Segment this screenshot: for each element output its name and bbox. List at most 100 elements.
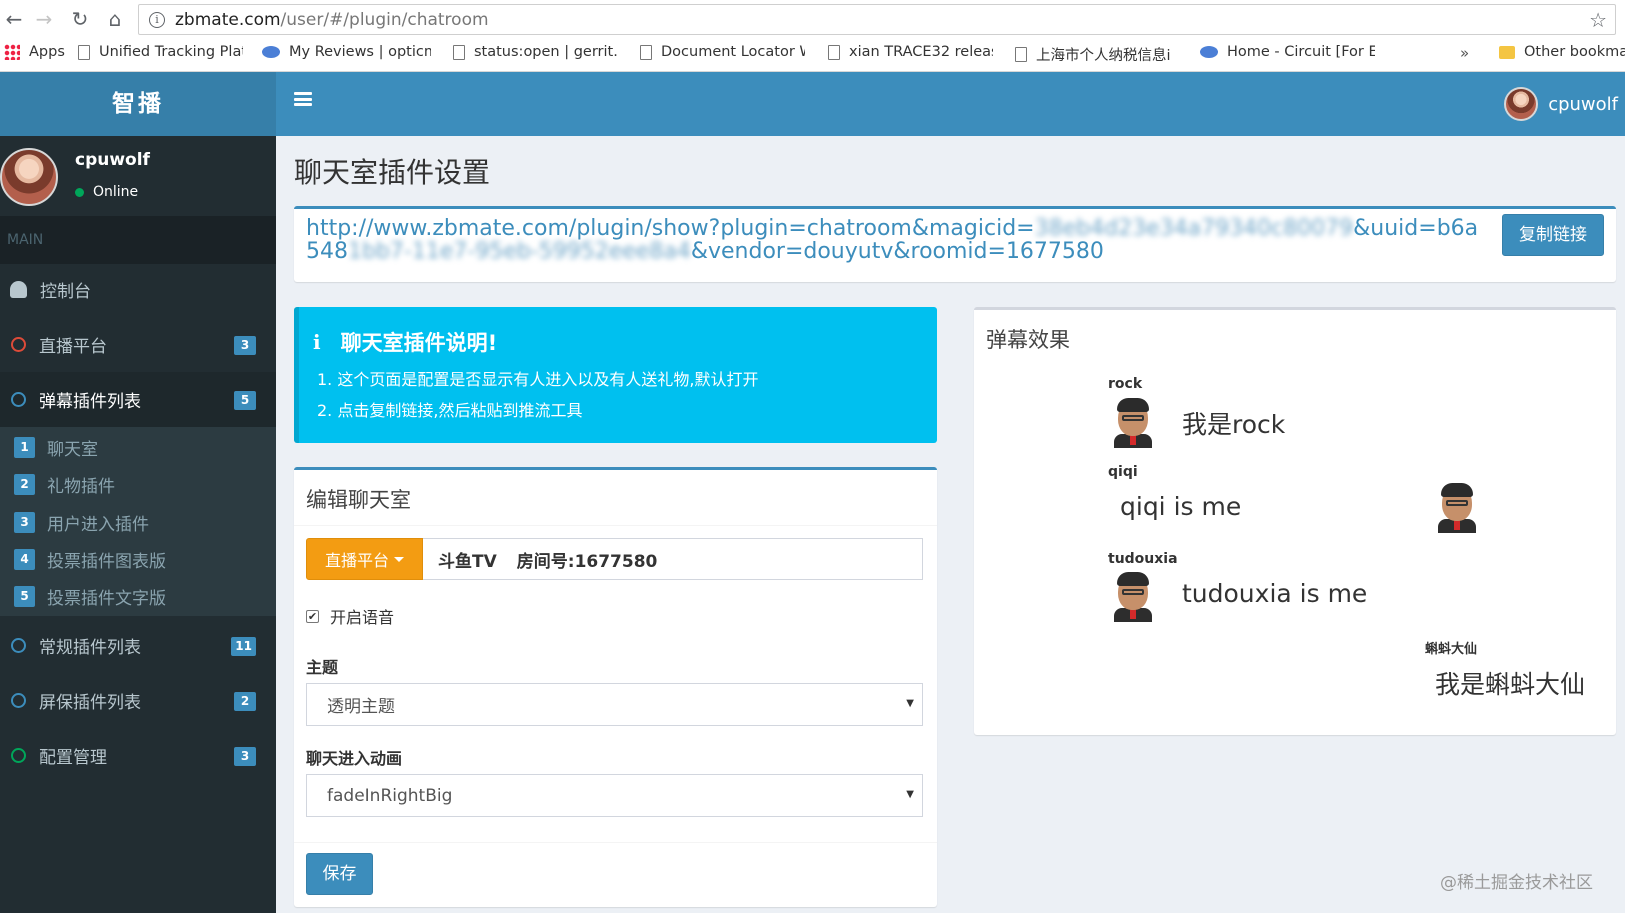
- panel-title: 弹幕效果: [986, 328, 1070, 352]
- online-dot-icon: [75, 187, 84, 197]
- platform-dropdown-button[interactable]: 直播平台: [306, 538, 423, 580]
- user-status: Online: [75, 184, 138, 200]
- sidebar-item-danmu-plugins[interactable]: 弹幕插件列表 5: [0, 372, 276, 427]
- page-icon: [1015, 47, 1027, 62]
- circle-icon: [11, 748, 26, 763]
- dropdown-label: 直播平台: [324, 551, 389, 570]
- top-navbar: cpuwolf: [276, 72, 1625, 136]
- number-badge: 1: [14, 437, 35, 458]
- info-icon[interactable]: i: [149, 12, 165, 28]
- circle-icon: [11, 392, 26, 407]
- bookmark-document-locator[interactable]: Document Locator We: [640, 44, 805, 60]
- submenu-label: 投票插件文字版: [47, 589, 166, 609]
- theme-label: 主题: [306, 658, 339, 677]
- link-redacted: 38eb4d23e34a79340c80079: [1034, 216, 1354, 241]
- voice-checkbox[interactable]: ✔ 开启语音: [306, 604, 394, 628]
- bookmark-trace32[interactable]: xian TRACE32 release: [828, 44, 993, 60]
- bookmark-my-reviews[interactable]: My Reviews | opticm6: [262, 44, 431, 60]
- sidebar-item-label: 配置管理: [39, 748, 107, 768]
- page-title: 聊天室插件设置: [294, 156, 491, 189]
- bookmark-label: Home - Circuit [For En: [1227, 44, 1375, 60]
- bookmark-label: Document Locator We: [661, 44, 805, 60]
- bookmark-apps[interactable]: Apps: [4, 44, 65, 60]
- room-number: 房间号:1677580: [516, 551, 658, 572]
- copy-link-button[interactable]: 复制链接: [1502, 214, 1604, 256]
- submenu-label: 投票插件图表版: [47, 552, 166, 572]
- forward-icon[interactable]: →: [30, 6, 58, 32]
- submenu-item-vote-text[interactable]: 5 投票插件文字版: [0, 578, 276, 615]
- sidebar-item-dashboard[interactable]: 控制台: [0, 262, 276, 317]
- sidebar-item-config[interactable]: 配置管理 3: [0, 728, 276, 783]
- select-value: 透明主题: [327, 697, 395, 717]
- count-badge: 5: [234, 391, 256, 410]
- chat-username: qiqi: [1108, 464, 1138, 480]
- sidebar-submenu: 1 聊天室 2 礼物插件 3 用户进入插件 4 投票插件图表版 5 投票插件文字版: [0, 427, 276, 616]
- page-icon: [453, 44, 465, 60]
- bookmark-star-icon[interactable]: ☆: [1589, 8, 1607, 32]
- bookmark-gerrit[interactable]: status:open | gerrit.rd: [453, 44, 617, 60]
- sidebar-item-screensaver-plugins[interactable]: 屏保插件列表 2: [0, 673, 276, 728]
- number-badge: 5: [14, 586, 35, 607]
- plugin-link-box: http://www.zbmate.com/plugin/show?plugin…: [294, 206, 1616, 282]
- number-badge: 4: [14, 549, 35, 570]
- chat-message: tudouxia is me: [1182, 579, 1368, 608]
- reload-icon[interactable]: ↻: [66, 6, 94, 32]
- bookmark-label: 上海市个人纳税信息ⅰ: [1036, 48, 1171, 64]
- submenu-item-user-enter[interactable]: 3 用户进入插件: [0, 504, 276, 541]
- caret-down-icon: [394, 556, 404, 562]
- submenu-item-vote-chart[interactable]: 4 投票插件图表版: [0, 541, 276, 578]
- browser-chrome: ← → ↻ ⌂ i zbmate.com/user/#/plugin/chatr…: [0, 0, 1625, 72]
- home-icon[interactable]: ⌂: [101, 6, 129, 32]
- sidebar-item-label: 直播平台: [39, 337, 107, 357]
- animation-select[interactable]: fadeInRightBig ▼: [306, 774, 923, 817]
- user-menu[interactable]: cpuwolf: [1504, 86, 1618, 122]
- count-badge: 3: [234, 747, 256, 766]
- info-callout: i 聊天室插件说明! 1. 这个页面是配置是否显示有人进入以及有人送礼物,默认打开…: [294, 307, 937, 443]
- checkbox-checked-icon[interactable]: ✔: [306, 609, 319, 623]
- back-icon[interactable]: ←: [0, 6, 28, 32]
- bookmark-tax-info[interactable]: 上海市个人纳税信息ⅰ: [1015, 44, 1180, 65]
- chat-message: 我是蝌蚪大仙: [1435, 670, 1586, 699]
- chat-message: 我是rock: [1182, 410, 1286, 439]
- submenu-label: 礼物插件: [47, 477, 115, 497]
- plugin-link[interactable]: http://www.zbmate.com/plugin/show?plugin…: [306, 217, 1481, 263]
- bookmark-circuit[interactable]: Home - Circuit [For En: [1200, 44, 1375, 60]
- save-button[interactable]: 保存: [306, 853, 373, 895]
- theme-select[interactable]: 透明主题 ▼: [306, 683, 923, 726]
- app-logo[interactable]: 智播: [0, 72, 276, 136]
- animation-label: 聊天进入动画: [306, 749, 403, 768]
- platform-name: 斗鱼TV: [438, 551, 497, 572]
- sidebar-item-general-plugins[interactable]: 常规插件列表 11: [0, 618, 276, 673]
- address-bar[interactable]: i zbmate.com/user/#/plugin/chatroom ☆: [138, 4, 1616, 35]
- menu-toggle-icon[interactable]: [294, 92, 312, 106]
- address-url[interactable]: zbmate.com/user/#/plugin/chatroom: [175, 10, 489, 30]
- submenu-item-chatroom[interactable]: 1 聊天室: [0, 429, 276, 466]
- chat-avatar: [1114, 398, 1152, 448]
- intel-icon: [262, 46, 280, 58]
- page-icon: [78, 44, 90, 60]
- chevron-right-icon: »: [1460, 44, 1470, 62]
- edit-chatroom-panel: 编辑聊天室 直播平台 斗鱼TV 房间号:1677580 ✔ 开启语音 主题 透明主题…: [294, 467, 937, 907]
- bookmark-label: xian TRACE32 release: [849, 44, 993, 60]
- page-icon: [828, 44, 840, 60]
- top-username: cpuwolf: [1548, 93, 1618, 115]
- platform-room-field[interactable]: 斗鱼TV 房间号:1677580: [423, 538, 923, 580]
- link-part: &vendor=douyutv&roomid=1677580: [690, 239, 1104, 264]
- number-badge: 3: [14, 512, 35, 533]
- bookmark-unified-tracking[interactable]: Unified Tracking Platf: [78, 44, 243, 60]
- callout-line: 1. 这个页面是配置是否显示有人进入以及有人送礼物,默认打开: [317, 370, 759, 389]
- bookmark-label: Apps: [29, 44, 65, 60]
- bookmarks-overflow-button[interactable]: »: [1460, 44, 1469, 62]
- bookmark-other[interactable]: Other bookmar: [1499, 44, 1625, 60]
- chat-username: rock: [1108, 376, 1143, 392]
- sidebar-username: cpuwolf: [75, 150, 150, 170]
- intel-icon: [1200, 46, 1218, 58]
- count-badge: 3: [234, 336, 256, 355]
- danmu-preview-panel: 弹幕效果 rock 我是rock qiqi qiqi is me tudouxi…: [974, 307, 1616, 735]
- avatar: [1504, 87, 1539, 121]
- page-icon: [640, 44, 652, 60]
- submenu-item-gift[interactable]: 2 礼物插件: [0, 466, 276, 503]
- link-redacted: 1bb7-11e7-95eb-59952eee8a4: [348, 239, 691, 264]
- sidebar-item-live-platform[interactable]: 直播平台 3: [0, 317, 276, 372]
- sidebar: cpuwolf Online MAIN 控制台 直播平台 3 弹幕插件列表 5 …: [0, 136, 276, 913]
